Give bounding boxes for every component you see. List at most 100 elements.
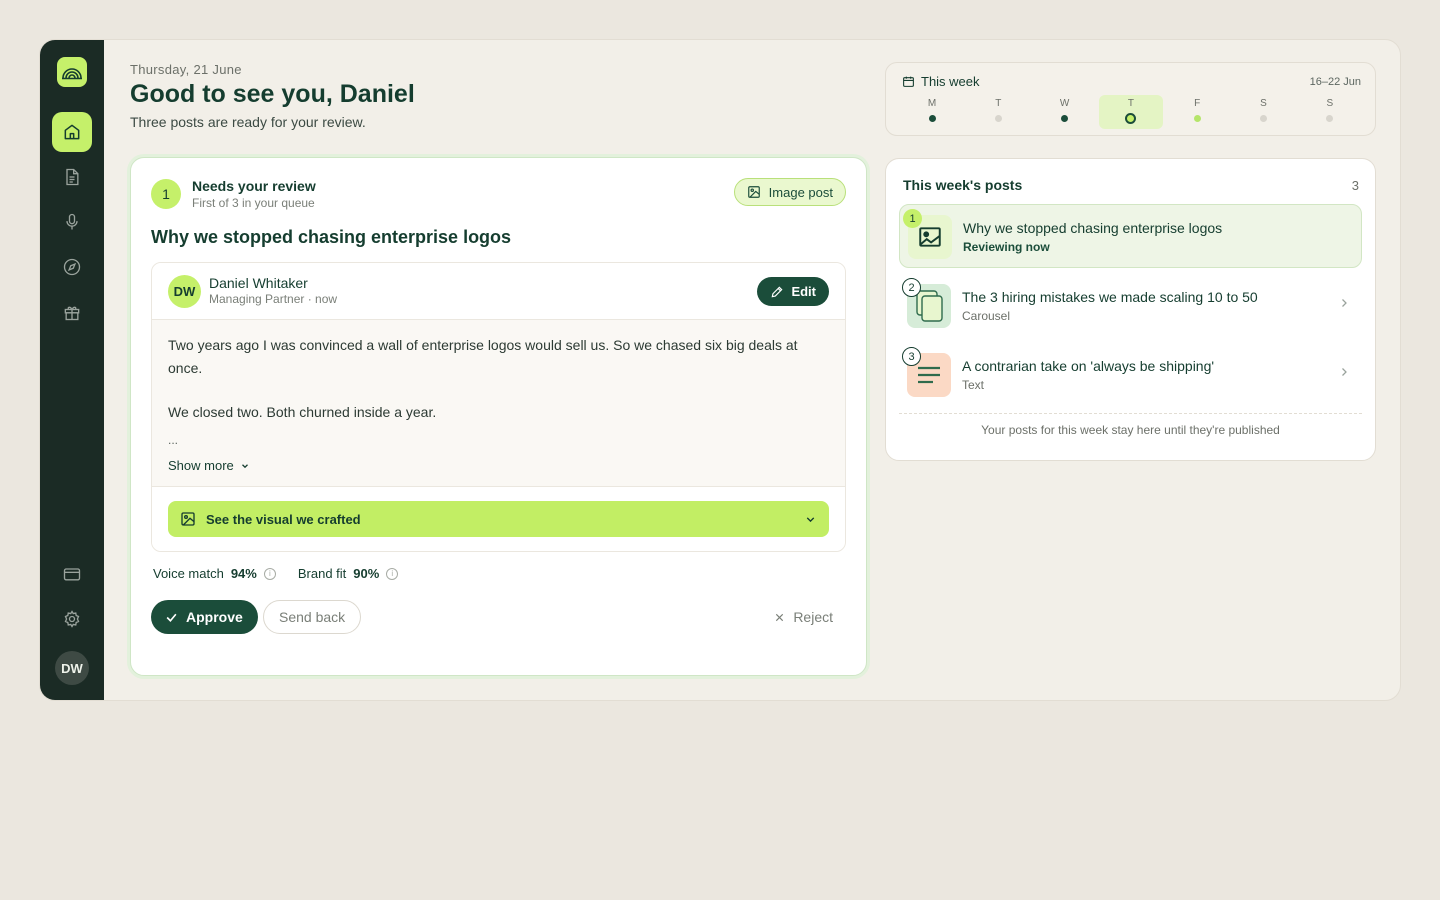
document-icon [66,168,79,186]
approve-label: Approve [186,609,243,625]
week-day-status-dot [1125,113,1137,124]
author-meta: Managing Partner · now [209,292,338,306]
text-lines-icon [918,366,940,384]
week-day-status-dot [1260,115,1267,122]
post-type-label: Image post [768,184,833,200]
nav-voice[interactable] [52,202,92,242]
week-day-letter: T [995,98,1002,109]
compass-icon [63,258,81,276]
post-truncation: ... [168,433,179,447]
week-day[interactable]: T [1098,95,1163,129]
see-visual-label: See the visual we crafted [206,511,361,527]
week-overview: This week 16–22 Jun M T W T F S S [885,62,1376,136]
approve-button[interactable]: Approve [151,600,258,634]
week-day[interactable]: S [1232,95,1296,129]
see-visual-button[interactable]: See the visual we crafted [168,501,829,537]
image-icon [747,186,760,198]
nav-posts[interactable] [52,157,92,197]
week-day[interactable]: W [1033,95,1097,129]
visual-section: See the visual we crafted [152,486,845,551]
week-range: 16–22 Jun [1309,76,1361,88]
edit-button[interactable]: Edit [757,277,829,306]
week-day[interactable]: T [966,95,1030,129]
panel-count: 3 [1351,178,1359,193]
week-day-letter: F [1194,98,1201,109]
logo[interactable] [57,57,87,87]
voice-match-value: 94% [230,566,257,581]
week-day-letter: T [1127,98,1134,109]
brand-fit-score: Brand fit 90% i [298,566,399,581]
week-day[interactable]: M [900,95,964,129]
page-subtitle: Three posts are ready for your review. [130,114,366,130]
post-title: Why we stopped chasing enterprise logos [151,227,512,247]
review-heading: Needs your review [192,178,316,194]
panel-title: This week's posts [903,177,1023,193]
week-day-status-dot [1061,115,1069,122]
reject-button[interactable]: Reject [774,609,833,625]
week-day-status-dot [1193,115,1201,122]
post-header: DW Daniel Whitaker Managing Partner · no… [152,263,845,320]
week-day-letter: S [1260,98,1267,109]
post-item-title: A contrarian take on 'always be shipping… [962,358,1215,374]
current-date: Thursday, 21 June [130,62,242,77]
post-number-badge: 1 [903,209,922,228]
week-day[interactable]: S [1298,95,1362,129]
post-number-badge: 3 [902,347,921,366]
post-list-item[interactable]: 3 A contrarian take on 'always be shippi… [899,343,1362,407]
week-title: This week [902,74,980,89]
post-number-badge: 2 [902,278,921,297]
week-day[interactable]: F [1165,95,1229,129]
post-body: Two years ago I was convinced a wall of … [152,320,845,486]
nav-settings[interactable] [52,599,92,639]
chevron-down-icon [806,516,815,522]
post-paragraph: Two years ago I was convinced a wall of … [168,337,798,376]
author-avatar: DW [168,275,201,308]
post-paragraph: We closed two. Both churned inside a yea… [168,404,437,420]
reject-label: Reject [793,609,833,625]
voice-match-label: Voice match [153,566,224,581]
weekly-posts-panel: This week's posts 3 1 Why we stopped cha… [885,158,1376,461]
post-item-type: Text [962,378,985,392]
page-title: Good to see you, Daniel [130,80,415,108]
queue-note: First of 3 in your queue [192,196,315,210]
carousel-icon [916,290,943,322]
nav-explore[interactable] [52,247,92,287]
quality-scores: Voice match 94% i Brand fit 90% i [153,566,399,581]
logo-icon [62,68,82,80]
image-icon [181,512,195,526]
post-list-item[interactable]: 2 The 3 hiring mistakes we made scaling … [899,274,1362,338]
gear-icon [64,610,80,628]
info-icon[interactable]: i [386,567,399,580]
microphone-icon [66,213,78,230]
week-day-letter: S [1326,98,1334,109]
week-day-status-dot [994,115,1002,122]
show-more-button[interactable]: Show more [168,454,250,477]
home-icon [64,124,80,140]
nav-rewards[interactable] [52,292,92,332]
chevron-right-icon [1342,368,1347,376]
week-day-status-dot [928,115,936,122]
post-item-status: Reviewing now [963,240,1050,254]
show-more-label: Show more [168,458,234,473]
week-day-letter: M [927,98,937,109]
info-icon[interactable]: i [263,567,276,580]
post-item-type: Carousel [962,309,1011,323]
sidebar: DW [40,40,104,700]
nav-home[interactable] [52,112,92,152]
calendar-icon [903,76,914,87]
nav-billing[interactable] [52,554,92,594]
post-list-item[interactable]: 1 Why we stopped chasing enterprise logo… [899,204,1362,268]
chevron-down-icon [241,463,248,468]
user-avatar[interactable]: DW [55,651,89,685]
app-window: DW Thursday, 21 June Good to see you, Da… [39,39,1401,701]
edit-button-label: Edit [791,284,816,299]
check-icon [166,613,177,622]
send-back-button[interactable]: Send back [263,600,362,634]
brand-fit-value: 90% [353,566,380,581]
image-icon [919,227,941,247]
week-day-status-dot [1326,115,1334,122]
post-item-title: Why we stopped chasing enterprise logos [963,220,1223,236]
week-title-label: This week [921,74,980,89]
post-item-title: The 3 hiring mistakes we made scaling 10… [962,289,1258,305]
post-preview: DW Daniel Whitaker Managing Partner · no… [151,262,846,552]
